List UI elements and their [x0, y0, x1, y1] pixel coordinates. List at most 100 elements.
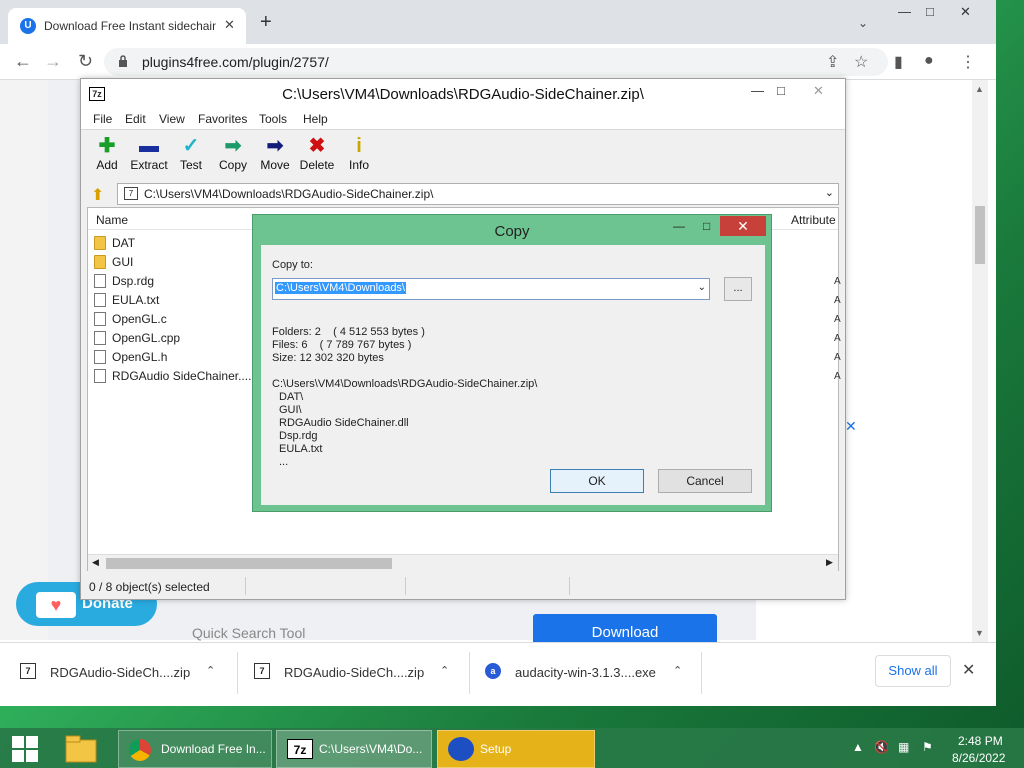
list-item[interactable]: Dsp.rdg [94, 272, 244, 291]
action-center-icon[interactable]: ⚑ [922, 740, 933, 754]
file-explorer-taskbar-icon[interactable] [62, 732, 100, 766]
address-bar[interactable]: plugins4free.com/plugin/2757/ [104, 48, 888, 76]
copy-label: Copy [218, 158, 247, 172]
menu-help[interactable]: Help [303, 112, 328, 126]
menu-favorites[interactable]: Favorites [198, 112, 247, 126]
file-icon [94, 274, 106, 288]
profile-avatar-icon[interactable]: ● [924, 52, 934, 70]
download-item[interactable]: 7 RDGAudio-SideCh....zip ⌃ [20, 660, 230, 686]
minimize-icon[interactable]: — [673, 219, 685, 233]
chevron-up-icon[interactable]: ⌃ [206, 664, 215, 677]
tab-search-chevron-icon[interactable]: ⌄ [858, 16, 868, 30]
7zip-titlebar: 7z C:\Users\VM4\Downloads\RDGAudio-SideC… [81, 79, 845, 109]
download-item[interactable]: 7 RDGAudio-SideCh....zip ⌃ [254, 660, 464, 686]
list-item[interactable]: DAT [94, 234, 244, 253]
close-window-icon[interactable]: ✕ [960, 4, 971, 20]
side-panel-icon[interactable]: ▮ [894, 52, 903, 72]
list-item[interactable]: EULA.txt [94, 291, 244, 310]
menu-tools[interactable]: Tools [259, 112, 287, 126]
chevron-up-icon[interactable]: ⌃ [440, 664, 449, 677]
menu-edit[interactable]: Edit [125, 112, 146, 126]
menu-file[interactable]: File [93, 112, 112, 126]
minus-icon: ▬ [139, 135, 159, 157]
taskbar-item-chrome[interactable]: Download Free In... [118, 730, 272, 768]
maximize-icon[interactable]: □ [703, 219, 710, 233]
menu-view[interactable]: View [159, 112, 185, 126]
share-icon[interactable]: ⇪ [826, 52, 839, 72]
new-tab-button[interactable]: + [260, 12, 272, 32]
folder-up-icon[interactable]: ⬆ [91, 185, 104, 205]
show-all-button[interactable]: Show all [875, 655, 951, 687]
taskbar-item-setup[interactable]: Setup [437, 730, 595, 768]
close-downloads-icon[interactable]: ✕ [962, 660, 975, 680]
info-label: Info [348, 158, 369, 172]
browser-tab[interactable]: U Download Free Instant sidechain ✕ [8, 8, 246, 44]
forward-arrow-icon[interactable]: → [44, 52, 62, 70]
audacity-icon [448, 737, 474, 761]
horizontal-scrollbar[interactable]: ◀ ▶ [88, 554, 838, 571]
chevron-down-icon[interactable]: ⌄ [825, 186, 834, 199]
source-path: C:\Users\VM4\Downloads\RDGAudio-SideChai… [272, 378, 538, 390]
column-name[interactable]: Name [96, 213, 128, 227]
bookmark-star-icon[interactable]: ☆ [854, 52, 868, 72]
windows-start-icon[interactable] [12, 736, 38, 762]
scroll-right-icon[interactable]: ▶ [826, 557, 833, 568]
browse-button[interactable]: ... [724, 277, 752, 301]
network-icon[interactable]: ▦ [898, 740, 909, 754]
chevron-down-icon[interactable]: ⌄ [698, 282, 706, 293]
list-item[interactable]: OpenGL.cpp [94, 329, 244, 348]
list-item[interactable]: OpenGL.h [94, 348, 244, 367]
page-scrollbar-thumb[interactable] [975, 206, 985, 264]
test-button[interactable]: ✓ Test [169, 134, 213, 180]
scroll-up-icon[interactable]: ▲ [975, 84, 984, 94]
delete-button[interactable]: ✖ Delete [295, 134, 339, 180]
list-item[interactable]: OpenGL.c [94, 310, 244, 329]
page-scrollbar[interactable] [972, 80, 988, 642]
ok-button[interactable]: OK [550, 469, 644, 493]
add-button[interactable]: ✚ Add [85, 134, 129, 180]
back-arrow-icon[interactable]: ← [14, 52, 32, 70]
close-dialog-button[interactable]: ✕ [720, 216, 766, 236]
taskbar-item-7zip[interactable]: 7z C:\Users\VM4\Do... [276, 730, 432, 768]
chevron-up-icon[interactable]: ⌃ [673, 664, 682, 677]
move-button[interactable]: ➡ Move [253, 134, 297, 180]
info-button[interactable]: i Info [337, 134, 381, 180]
delete-label: Delete [299, 158, 335, 172]
extract-button[interactable]: ▬ Extract [127, 134, 171, 180]
menu-kebab-icon[interactable]: ⋮ [960, 52, 976, 72]
destination-combobox[interactable]: C:\Users\VM4\Downloads\ ⌄ [272, 278, 710, 300]
download-button[interactable]: Download [533, 614, 717, 644]
reload-icon[interactable]: ↻ [78, 52, 93, 70]
clock-time[interactable]: 2:48 PM [958, 734, 1003, 748]
scroll-down-icon[interactable]: ▼ [975, 628, 984, 638]
show-hidden-icons-icon[interactable]: ▲ [852, 740, 864, 754]
7zip-app-icon: 7z [287, 739, 313, 759]
source-item: DAT\ [279, 391, 304, 403]
maximize-icon[interactable]: □ [926, 4, 934, 19]
attribute-value: A [834, 276, 841, 287]
volume-muted-icon[interactable]: 🔇 [874, 740, 889, 754]
copy-to-label: Copy to: [272, 259, 313, 271]
quick-search-label: Quick Search Tool [192, 625, 306, 641]
list-item[interactable]: RDGAudio SideChainer.... [94, 367, 251, 386]
copy-button[interactable]: ➡ Copy [211, 134, 255, 180]
clock-date[interactable]: 8/26/2022 [952, 751, 1005, 765]
archive-icon: 7 [124, 187, 138, 200]
minimize-icon[interactable]: — [898, 4, 911, 19]
file-name: Dsp.rdg [112, 274, 155, 288]
path-combobox[interactable]: 7 C:\Users\VM4\Downloads\RDGAudio-SideCh… [117, 183, 839, 205]
move-arrow-icon: ➡ [266, 135, 284, 157]
horizontal-scrollbar-thumb[interactable] [106, 558, 392, 569]
folders-summary: Folders: 2 ( 4 512 553 bytes ) [272, 326, 425, 338]
url-text: plugins4free.com/plugin/2757/ [142, 54, 329, 70]
close-window-icon[interactable]: ✕ [813, 83, 824, 99]
scroll-left-icon[interactable]: ◀ [92, 557, 99, 568]
column-attributes[interactable]: Attribute [791, 213, 836, 227]
maximize-icon[interactable]: □ [777, 83, 785, 98]
ad-close-icon[interactable]: ✕ [845, 418, 857, 435]
download-item[interactable]: a audacity-win-3.1.3....exe ⌃ [485, 660, 695, 686]
minimize-icon[interactable]: — [751, 83, 764, 98]
cancel-button[interactable]: Cancel [658, 469, 752, 493]
tab-close-icon[interactable]: ✕ [224, 17, 235, 33]
list-item[interactable]: GUI [94, 253, 244, 272]
